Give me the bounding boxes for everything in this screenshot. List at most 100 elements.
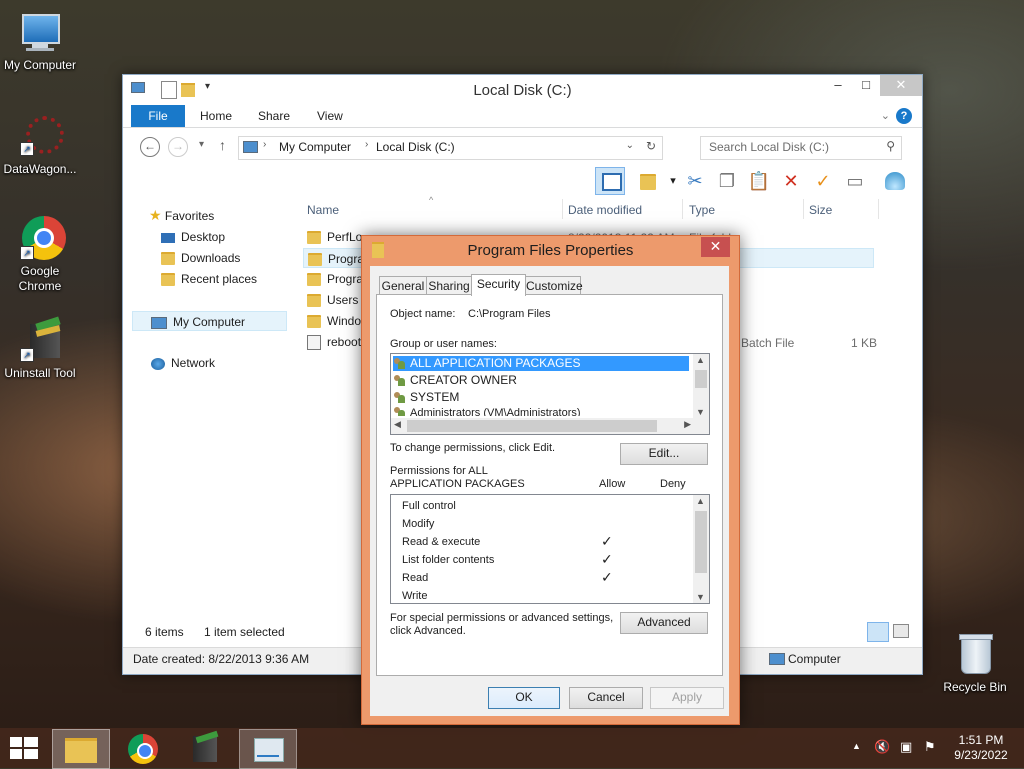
scroll-thumb[interactable] bbox=[695, 511, 707, 573]
file-row[interactable]: PerfLo bbox=[307, 227, 362, 247]
folder-check-icon[interactable] bbox=[636, 169, 660, 193]
tab-file[interactable]: File bbox=[131, 105, 185, 127]
minimize-button[interactable]: – bbox=[824, 75, 852, 96]
desktop-icon-uninstall-tool[interactable]: ↗ Uninstall Tool bbox=[0, 316, 80, 381]
desktop-icon-my-computer[interactable]: My Computer bbox=[0, 10, 80, 73]
permissions-for-label: Permissions for ALL APPLICATION PACKAGES bbox=[390, 465, 525, 490]
group-item-selected[interactable]: ALL APPLICATION PACKAGES bbox=[393, 356, 689, 371]
delete-icon[interactable]: ✕ bbox=[779, 169, 803, 193]
permissions-list[interactable]: Full control Modify Read & execute ✓ Lis… bbox=[390, 494, 710, 604]
group-item[interactable]: Administrators (VM\Administrators) bbox=[393, 406, 581, 416]
column-header-date[interactable]: Date modified bbox=[568, 203, 642, 223]
advanced-button[interactable]: Advanced bbox=[620, 612, 708, 634]
maximize-button[interactable]: □ bbox=[852, 75, 880, 96]
tab-sharing[interactable]: Sharing bbox=[426, 276, 472, 296]
desktop-icon-google-chrome[interactable]: ↗ Google Chrome bbox=[0, 216, 80, 294]
breadcrumb-my-computer[interactable]: My Computer bbox=[279, 140, 351, 154]
scroll-right-icon[interactable]: ▶ bbox=[684, 419, 691, 430]
scroll-up-icon[interactable]: ▲ bbox=[696, 355, 705, 365]
file-row[interactable]: reboot bbox=[307, 332, 361, 352]
search-input[interactable]: Search Local Disk (C:) ⚲ bbox=[700, 136, 902, 160]
file-row[interactable]: Progra bbox=[307, 269, 363, 289]
folder-icon bbox=[307, 315, 321, 329]
up-button[interactable]: ↑ bbox=[219, 137, 226, 153]
taskbar-uninstall-tool-button[interactable] bbox=[178, 729, 234, 767]
recent-locations-icon[interactable]: ▾ bbox=[199, 139, 204, 150]
column-header-size[interactable]: Size bbox=[809, 203, 832, 223]
nav-recent-places[interactable]: Recent places bbox=[161, 269, 257, 289]
taskbar-explorer-button[interactable] bbox=[52, 729, 110, 769]
nav-network[interactable]: Network bbox=[151, 353, 215, 373]
dialog-close-button[interactable]: ✕ bbox=[701, 237, 730, 257]
group-name: Administrators (VM\Administrators) bbox=[410, 407, 581, 416]
ribbon-expand-icon[interactable]: ⌄ bbox=[881, 109, 890, 122]
permissions-vscroll[interactable]: ▲ ▼ bbox=[693, 495, 709, 603]
scroll-down-icon[interactable]: ▼ bbox=[696, 407, 705, 417]
tab-home[interactable]: Home bbox=[200, 105, 232, 127]
cancel-button[interactable]: Cancel bbox=[569, 687, 643, 709]
file-row[interactable]: Users bbox=[307, 290, 358, 310]
search-placeholder: Search Local Disk (C:) bbox=[709, 140, 830, 154]
edit-button[interactable]: Edit... bbox=[620, 443, 708, 465]
shell-icon[interactable] bbox=[883, 169, 907, 193]
copy-icon[interactable]: ❐ bbox=[715, 169, 739, 193]
breadcrumb-chevron-icon[interactable]: › bbox=[365, 139, 368, 150]
preview-pane-icon[interactable] bbox=[595, 167, 625, 195]
search-icon[interactable]: ⚲ bbox=[886, 139, 895, 153]
rename-check-icon[interactable]: ✓ bbox=[811, 169, 835, 193]
nav-downloads[interactable]: Downloads bbox=[161, 248, 240, 268]
details-view-icon[interactable] bbox=[867, 622, 889, 642]
forward-button[interactable]: → bbox=[168, 137, 188, 157]
toolbar-dropdown-icon[interactable]: ▾ bbox=[661, 169, 685, 193]
column-header-type[interactable]: Type bbox=[689, 203, 715, 223]
large-icons-view-icon[interactable] bbox=[893, 624, 909, 638]
scroll-thumb[interactable] bbox=[407, 420, 657, 432]
action-center-icon[interactable]: ⚑ bbox=[924, 739, 936, 755]
scroll-left-icon[interactable]: ◀ bbox=[394, 419, 401, 430]
breadcrumb-local-disk[interactable]: Local Disk (C:) bbox=[376, 140, 455, 154]
file-row[interactable]: Windo bbox=[307, 311, 361, 331]
ok-button[interactable]: OK bbox=[488, 687, 560, 709]
tab-general[interactable]: General bbox=[379, 276, 427, 296]
properties-pane-icon[interactable]: ▭ bbox=[843, 169, 867, 193]
taskbar-chrome-button[interactable] bbox=[115, 729, 171, 767]
group-list-hscroll[interactable]: ◀ ▶ bbox=[391, 418, 709, 434]
clock[interactable]: 1:51 PM 9/23/2022 bbox=[948, 733, 1014, 763]
tab-security[interactable]: Security bbox=[471, 274, 526, 296]
close-button[interactable]: ✕ bbox=[880, 75, 922, 96]
nav-my-computer[interactable]: My Computer bbox=[132, 311, 287, 331]
dialog-title: Program Files Properties bbox=[467, 242, 634, 259]
cut-icon[interactable]: ✂ bbox=[683, 169, 707, 193]
tab-share[interactable]: Share bbox=[258, 105, 290, 127]
apply-button[interactable]: Apply bbox=[650, 687, 724, 709]
show-hidden-icons-icon[interactable]: ▲ bbox=[852, 741, 861, 751]
help-icon[interactable]: ? bbox=[896, 108, 912, 124]
tab-customize[interactable]: Customize bbox=[525, 276, 583, 296]
nav-favorites[interactable]: ★ Favorites bbox=[149, 205, 214, 225]
scroll-down-icon[interactable]: ▼ bbox=[696, 592, 705, 602]
group-names-list[interactable]: ALL APPLICATION PACKAGES CREATOR OWNER S… bbox=[390, 353, 710, 435]
address-dropdown-icon[interactable]: ⌄ bbox=[626, 140, 634, 151]
explorer-titlebar[interactable]: ▾ Local Disk (C:) – □ ✕ bbox=[123, 75, 922, 105]
desktop-icon-datawagon[interactable]: ↗ DataWagon... bbox=[0, 114, 80, 177]
address-box[interactable]: › My Computer › Local Disk (C:) ⌄ ↻ bbox=[238, 136, 663, 160]
breadcrumb-chevron-icon[interactable]: › bbox=[263, 139, 266, 150]
paste-icon[interactable]: 📋 bbox=[747, 169, 771, 193]
volume-muted-icon[interactable]: 🔇 bbox=[874, 739, 890, 755]
group-list-vscroll[interactable]: ▲ ▼ bbox=[693, 354, 709, 418]
back-button[interactable]: ← bbox=[140, 137, 160, 157]
taskbar-task-manager-button[interactable] bbox=[239, 729, 297, 769]
scroll-thumb[interactable] bbox=[695, 370, 707, 388]
scroll-up-icon[interactable]: ▲ bbox=[696, 496, 705, 506]
group-item[interactable]: SYSTEM bbox=[393, 390, 459, 405]
desktop-icon-recycle-bin[interactable]: Recycle Bin bbox=[935, 632, 1015, 695]
start-windows-icon[interactable] bbox=[10, 737, 38, 759]
column-header-name[interactable]: Name bbox=[307, 203, 339, 223]
group-item[interactable]: CREATOR OWNER bbox=[393, 373, 517, 388]
group-name: SYSTEM bbox=[410, 390, 460, 404]
tab-view[interactable]: View bbox=[317, 105, 343, 127]
properties-dialog[interactable]: Program Files Properties ✕ General Shari… bbox=[361, 235, 740, 725]
refresh-icon[interactable]: ↻ bbox=[646, 139, 656, 153]
nav-desktop[interactable]: Desktop bbox=[161, 227, 225, 247]
network-tray-icon[interactable]: ▣ bbox=[900, 739, 912, 755]
